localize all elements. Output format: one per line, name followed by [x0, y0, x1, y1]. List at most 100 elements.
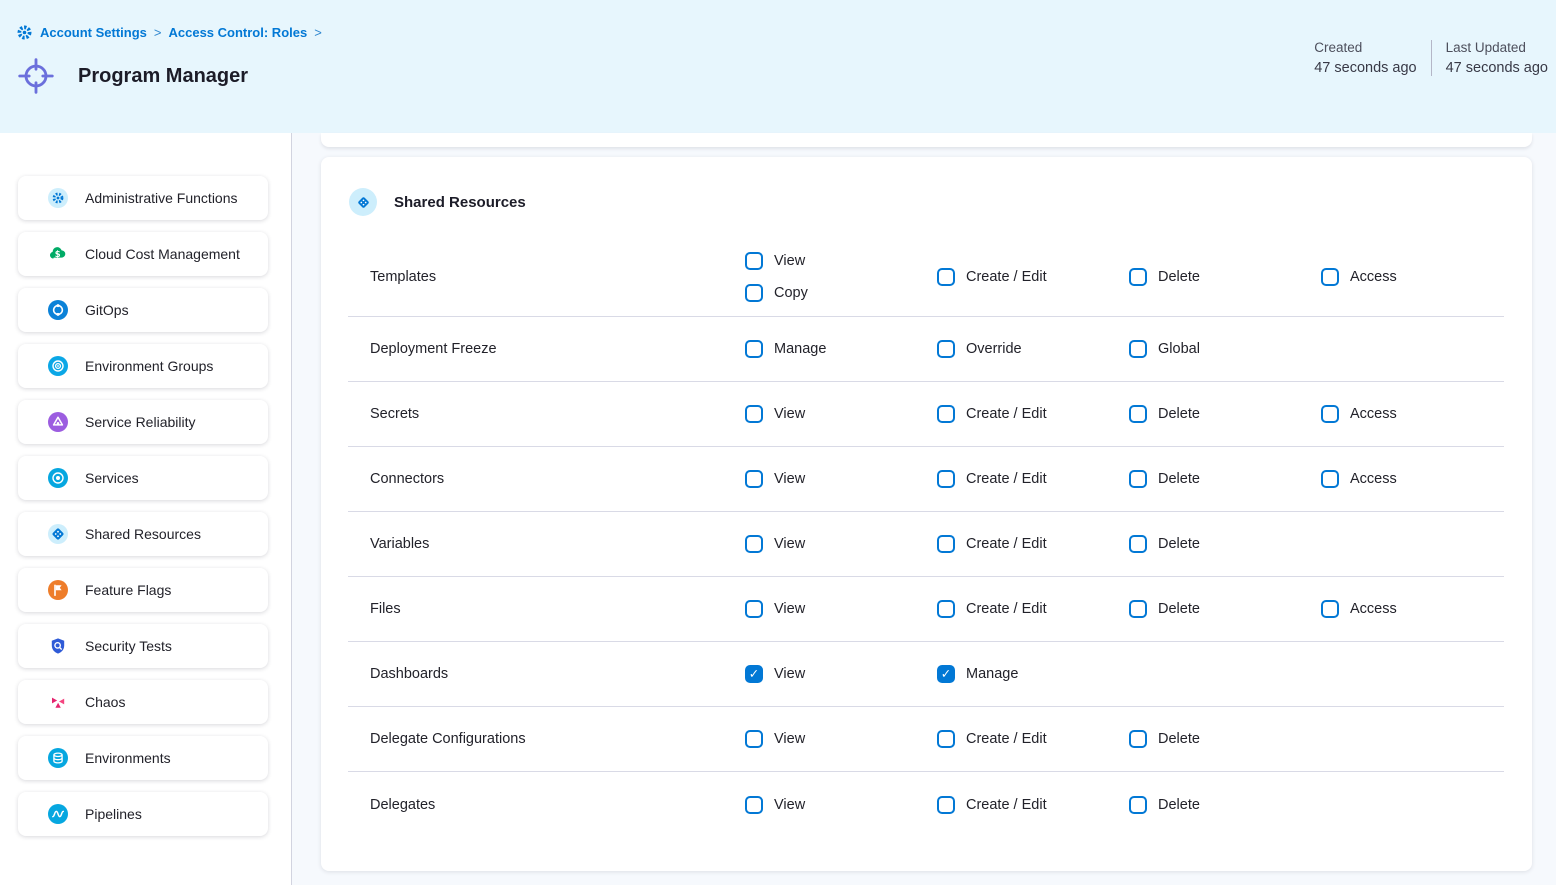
checkbox-unchecked-icon[interactable]	[1129, 600, 1147, 618]
previous-section-card-edge	[321, 133, 1532, 147]
permission-checkbox-templates-delete[interactable]: Delete	[1129, 268, 1321, 286]
permission-cell: Manage	[745, 326, 937, 372]
checkbox-unchecked-icon[interactable]	[745, 470, 763, 488]
pipelines-icon	[48, 804, 68, 824]
checkbox-unchecked-icon[interactable]	[1321, 470, 1339, 488]
checkbox-unchecked-icon[interactable]	[1321, 600, 1339, 618]
permission-checkbox-templates-access[interactable]: Access	[1321, 268, 1504, 286]
permission-checkbox-secrets-view[interactable]: View	[745, 405, 937, 423]
permissions-table: TemplatesViewCopyCreate / EditDeleteAcce…	[348, 238, 1504, 837]
permission-cell: View	[745, 391, 937, 437]
permission-checkbox-variables-delete[interactable]: Delete	[1129, 535, 1321, 553]
checkbox-unchecked-icon[interactable]	[937, 405, 955, 423]
checkbox-unchecked-icon[interactable]	[1129, 470, 1147, 488]
permission-cell: Delete	[1129, 456, 1321, 502]
permission-checkbox-deployment-freeze-manage[interactable]: Manage	[745, 340, 937, 358]
sidebar-item-cloud-cost-management[interactable]: $Cloud Cost Management	[18, 232, 268, 276]
checkbox-unchecked-icon[interactable]	[937, 535, 955, 553]
sidebar-item-services[interactable]: Services	[18, 456, 268, 500]
sidebar-item-gitops[interactable]: GitOps	[18, 288, 268, 332]
breadcrumb-separator: >	[314, 25, 322, 40]
breadcrumb-account-settings[interactable]: Account Settings	[40, 25, 147, 40]
checkbox-unchecked-icon[interactable]	[1129, 730, 1147, 748]
sidebar-item-service-reliability[interactable]: Service Reliability	[18, 400, 268, 444]
permission-cell: Delete	[1129, 254, 1321, 300]
sidebar-item-pipelines[interactable]: Pipelines	[18, 792, 268, 836]
permission-checkbox-secrets-create-edit[interactable]: Create / Edit	[937, 405, 1129, 423]
permission-checkbox-templates-copy[interactable]: Copy	[745, 284, 937, 302]
permission-cell: Create / Edit	[937, 782, 1129, 828]
checkbox-unchecked-icon[interactable]	[1129, 340, 1147, 358]
sidebar-item-environment-groups[interactable]: Environment Groups	[18, 344, 268, 388]
permission-checkbox-secrets-access[interactable]: Access	[1321, 405, 1504, 423]
last-updated-value: 47 seconds ago	[1446, 60, 1548, 76]
sidebar-item-security-tests[interactable]: Security Tests	[18, 624, 268, 668]
permission-checkbox-files-view[interactable]: View	[745, 600, 937, 618]
sidebar-item-feature-flags[interactable]: Feature Flags	[18, 568, 268, 612]
permission-label: Create / Edit	[966, 471, 1047, 487]
permission-checkbox-secrets-delete[interactable]: Delete	[1129, 405, 1321, 423]
checkbox-unchecked-icon[interactable]	[745, 730, 763, 748]
permission-checkbox-templates-create-edit[interactable]: Create / Edit	[937, 268, 1129, 286]
checkbox-unchecked-icon[interactable]	[745, 535, 763, 553]
sidebar-item-chaos[interactable]: Chaos	[18, 680, 268, 724]
checkbox-unchecked-icon[interactable]	[1129, 535, 1147, 553]
checkbox-unchecked-icon[interactable]	[1321, 405, 1339, 423]
sidebar-item-administrative-functions[interactable]: Administrative Functions	[18, 176, 268, 220]
permission-checkbox-files-delete[interactable]: Delete	[1129, 600, 1321, 618]
permission-cell	[1321, 335, 1504, 363]
permission-checkbox-delegate-configurations-delete[interactable]: Delete	[1129, 730, 1321, 748]
cloud-cost-icon: $	[48, 244, 68, 264]
permission-checkbox-deployment-freeze-global[interactable]: Global	[1129, 340, 1321, 358]
permission-label: Delete	[1158, 406, 1200, 422]
sidebar-item-shared-resources[interactable]: Shared Resources	[18, 512, 268, 556]
checkbox-unchecked-icon[interactable]	[937, 796, 955, 814]
main-content: Shared Resources TemplatesViewCopyCreate…	[292, 133, 1556, 885]
checkbox-checked-icon[interactable]: ✓	[937, 665, 955, 683]
checkbox-unchecked-icon[interactable]	[745, 796, 763, 814]
permission-checkbox-templates-view[interactable]: View	[745, 252, 937, 270]
checkbox-unchecked-icon[interactable]	[937, 730, 955, 748]
permission-checkbox-connectors-access[interactable]: Access	[1321, 470, 1504, 488]
permission-checkbox-delegate-configurations-view[interactable]: View	[745, 730, 937, 748]
checkbox-unchecked-icon[interactable]	[745, 340, 763, 358]
permission-checkbox-delegate-configurations-create-edit[interactable]: Create / Edit	[937, 730, 1129, 748]
page-header: Account Settings > Access Control: Roles…	[0, 0, 1556, 133]
checkbox-unchecked-icon[interactable]	[937, 600, 955, 618]
checkbox-unchecked-icon[interactable]	[745, 252, 763, 270]
checkbox-unchecked-icon[interactable]	[1129, 268, 1147, 286]
permission-checkbox-dashboards-manage[interactable]: ✓Manage	[937, 665, 1129, 683]
sidebar-item-label: Feature Flags	[85, 582, 171, 598]
permission-checkbox-dashboards-view[interactable]: ✓View	[745, 665, 937, 683]
permission-checkbox-delegates-delete[interactable]: Delete	[1129, 796, 1321, 814]
page-title: Program Manager	[78, 65, 248, 88]
permission-checkbox-connectors-create-edit[interactable]: Create / Edit	[937, 470, 1129, 488]
checkbox-unchecked-icon[interactable]	[1129, 796, 1147, 814]
permission-checkbox-variables-view[interactable]: View	[745, 535, 937, 553]
permission-checkbox-connectors-view[interactable]: View	[745, 470, 937, 488]
permission-checkbox-files-create-edit[interactable]: Create / Edit	[937, 600, 1129, 618]
checkbox-unchecked-icon[interactable]	[745, 284, 763, 302]
checkbox-unchecked-icon[interactable]	[937, 470, 955, 488]
permission-checkbox-delegates-create-edit[interactable]: Create / Edit	[937, 796, 1129, 814]
permission-checkbox-deployment-freeze-override[interactable]: Override	[937, 340, 1129, 358]
checkbox-unchecked-icon[interactable]	[937, 340, 955, 358]
sidebar-item-environments[interactable]: Environments	[18, 736, 268, 780]
permission-checkbox-delegates-view[interactable]: View	[745, 796, 937, 814]
sidebar-item-label: Chaos	[85, 694, 125, 710]
permission-cell: View	[745, 586, 937, 632]
security-tests-icon	[48, 636, 68, 656]
section-header: Shared Resources	[321, 157, 1532, 216]
checkbox-checked-icon[interactable]: ✓	[745, 665, 763, 683]
permission-checkbox-files-access[interactable]: Access	[1321, 600, 1504, 618]
checkbox-unchecked-icon[interactable]	[745, 405, 763, 423]
permission-checkbox-variables-create-edit[interactable]: Create / Edit	[937, 535, 1129, 553]
checkbox-unchecked-icon[interactable]	[937, 268, 955, 286]
checkbox-unchecked-icon[interactable]	[745, 600, 763, 618]
breadcrumb-access-control-roles[interactable]: Access Control: Roles	[169, 25, 308, 40]
permission-cell: Create / Edit	[937, 716, 1129, 762]
checkbox-unchecked-icon[interactable]	[1321, 268, 1339, 286]
checkbox-unchecked-icon[interactable]	[1129, 405, 1147, 423]
permission-checkbox-connectors-delete[interactable]: Delete	[1129, 470, 1321, 488]
role-meta: Created 47 seconds ago Last Updated 47 s…	[1314, 40, 1548, 76]
